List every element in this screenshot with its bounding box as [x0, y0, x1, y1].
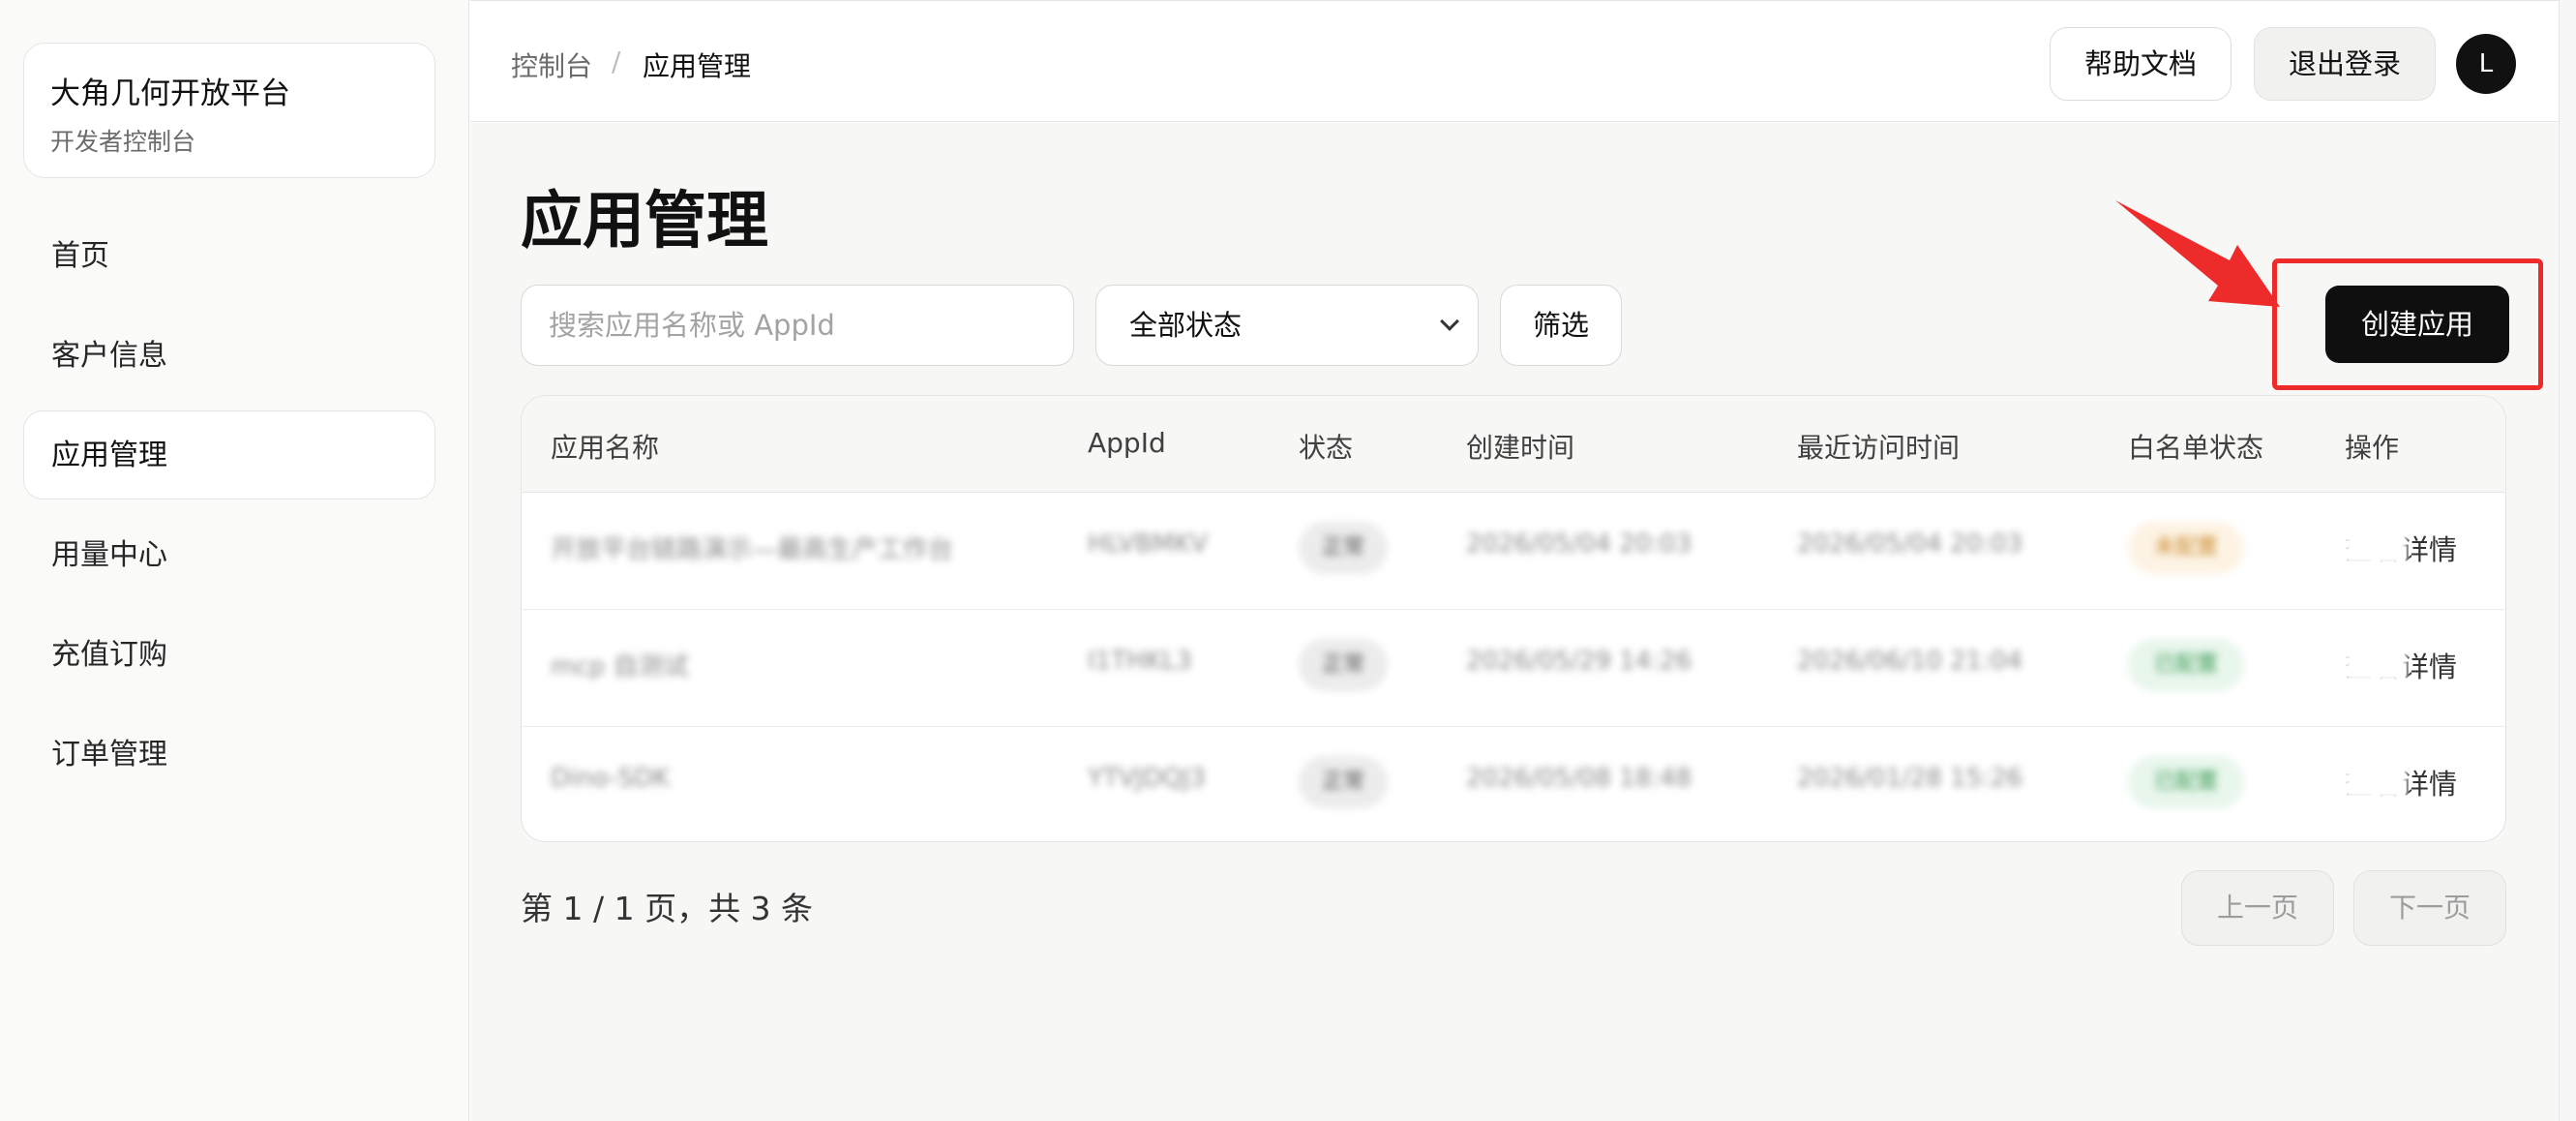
filter-button[interactable]: 筛选	[1500, 285, 1622, 366]
column-header-whitelist: 白名单状态	[2128, 432, 2264, 464]
table-header: 应用名称 AppId 状态 创建时间 最近访问时间 白名单状态 操作	[522, 396, 2505, 493]
annotation-arrow-icon	[2115, 200, 2280, 307]
created-time-cell: 2026/05/08 18:48	[1466, 764, 1692, 793]
pagination-info: 第 1 / 1 页，共 3 条	[521, 890, 814, 927]
status-badge: 正常	[1299, 639, 1388, 691]
brand-title: 大角几何开放平台	[50, 76, 290, 111]
main-content: 应用管理 全部状态 筛选 创建应用 应用名称 AppId 状态 创建时间 最近访…	[470, 123, 2559, 1121]
blur-overlay	[2345, 528, 2407, 564]
logout-button[interactable]: 退出登录	[2254, 27, 2436, 101]
appid-cell: I1THKL3	[1088, 647, 1192, 676]
whitelist-badge: 已配置	[2128, 639, 2244, 691]
blur-overlay	[2345, 762, 2407, 799]
app-name-cell: mcp 自测试	[551, 652, 689, 682]
brand-subtitle: 开发者控制台	[50, 128, 196, 156]
next-page-button[interactable]: 下一页	[2353, 870, 2506, 946]
chevron-down-icon	[1440, 312, 1459, 331]
table-row: mcp 自测试 I1THKL3 正常 2026/05/29 14:26 2026…	[522, 610, 2505, 727]
column-header-created: 创建时间	[1466, 432, 1575, 464]
create-app-button[interactable]: 创建应用	[2325, 286, 2509, 363]
status-badge: 正常	[1299, 756, 1388, 808]
sidebar-item-orders[interactable]: 订单管理	[23, 710, 435, 799]
apps-table: 应用名称 AppId 状态 创建时间 最近访问时间 白名单状态 操作 开放平台链…	[521, 395, 2506, 842]
sidebar-item-app-management[interactable]: 应用管理	[23, 410, 435, 500]
blur-overlay	[2345, 645, 2407, 682]
appid-cell: YTVJDQJ3	[1088, 764, 1206, 793]
whitelist-badge: 未配置	[2128, 522, 2244, 574]
created-time-cell: 2026/05/04 20:03	[1466, 530, 1692, 559]
avatar[interactable]: L	[2456, 34, 2516, 94]
column-header-name: 应用名称	[551, 432, 660, 464]
status-badge: 正常	[1299, 522, 1388, 574]
brand-card[interactable]: 大角几何开放平台 开发者控制台	[23, 43, 435, 178]
sidebar-item-home[interactable]: 首页	[23, 211, 435, 300]
breadcrumb-separator: /	[612, 45, 621, 77]
app-name-cell: Dino-SDK	[551, 764, 671, 793]
app-name-cell: 开放平台链路演示—最高生产工作台	[551, 535, 954, 564]
window-edge	[2559, 0, 2576, 1121]
created-time-cell: 2026/05/29 14:26	[1466, 647, 1692, 676]
top-bar: 控制台 / 应用管理 帮助文档 退出登录 L	[470, 0, 2559, 122]
whitelist-badge: 已配置	[2128, 756, 2244, 808]
table-row: 开放平台链路演示—最高生产工作台 HLVBMKV 正常 2026/05/04 2…	[522, 493, 2505, 610]
sidebar: 大角几何开放平台 开发者控制台 首页 客户信息 应用管理 用量中心 充值订购 订…	[0, 0, 469, 1121]
sidebar-item-customer-info[interactable]: 客户信息	[23, 311, 435, 400]
breadcrumb-current: 应用管理	[643, 50, 752, 82]
table-row: Dino-SDK YTVJDQJ3 正常 2026/05/08 18:48 20…	[522, 727, 2505, 841]
help-docs-button[interactable]: 帮助文档	[2050, 27, 2232, 101]
column-header-appid: AppId	[1088, 427, 1166, 459]
search-input[interactable]	[521, 285, 1074, 366]
column-header-last-visit: 最近访问时间	[1797, 432, 1961, 464]
last-visit-cell: 2026/01/28 15:26	[1797, 764, 2023, 793]
breadcrumb-console[interactable]: 控制台	[511, 45, 592, 84]
column-header-actions: 操作	[2345, 432, 2400, 464]
last-visit-cell: 2026/06/10 21:04	[1797, 647, 2023, 676]
appid-cell: HLVBMKV	[1088, 530, 1209, 559]
sidebar-item-usage-center[interactable]: 用量中心	[23, 510, 435, 599]
status-select-value: 全部状态	[1129, 309, 1243, 342]
page-title: 应用管理	[521, 186, 768, 258]
status-select[interactable]: 全部状态	[1095, 285, 1479, 366]
prev-page-button[interactable]: 上一页	[2181, 870, 2334, 946]
last-visit-cell: 2026/05/04 20:03	[1797, 530, 2023, 559]
column-header-status: 状态	[1299, 432, 1354, 464]
sidebar-item-recharge[interactable]: 充值订购	[23, 610, 435, 699]
